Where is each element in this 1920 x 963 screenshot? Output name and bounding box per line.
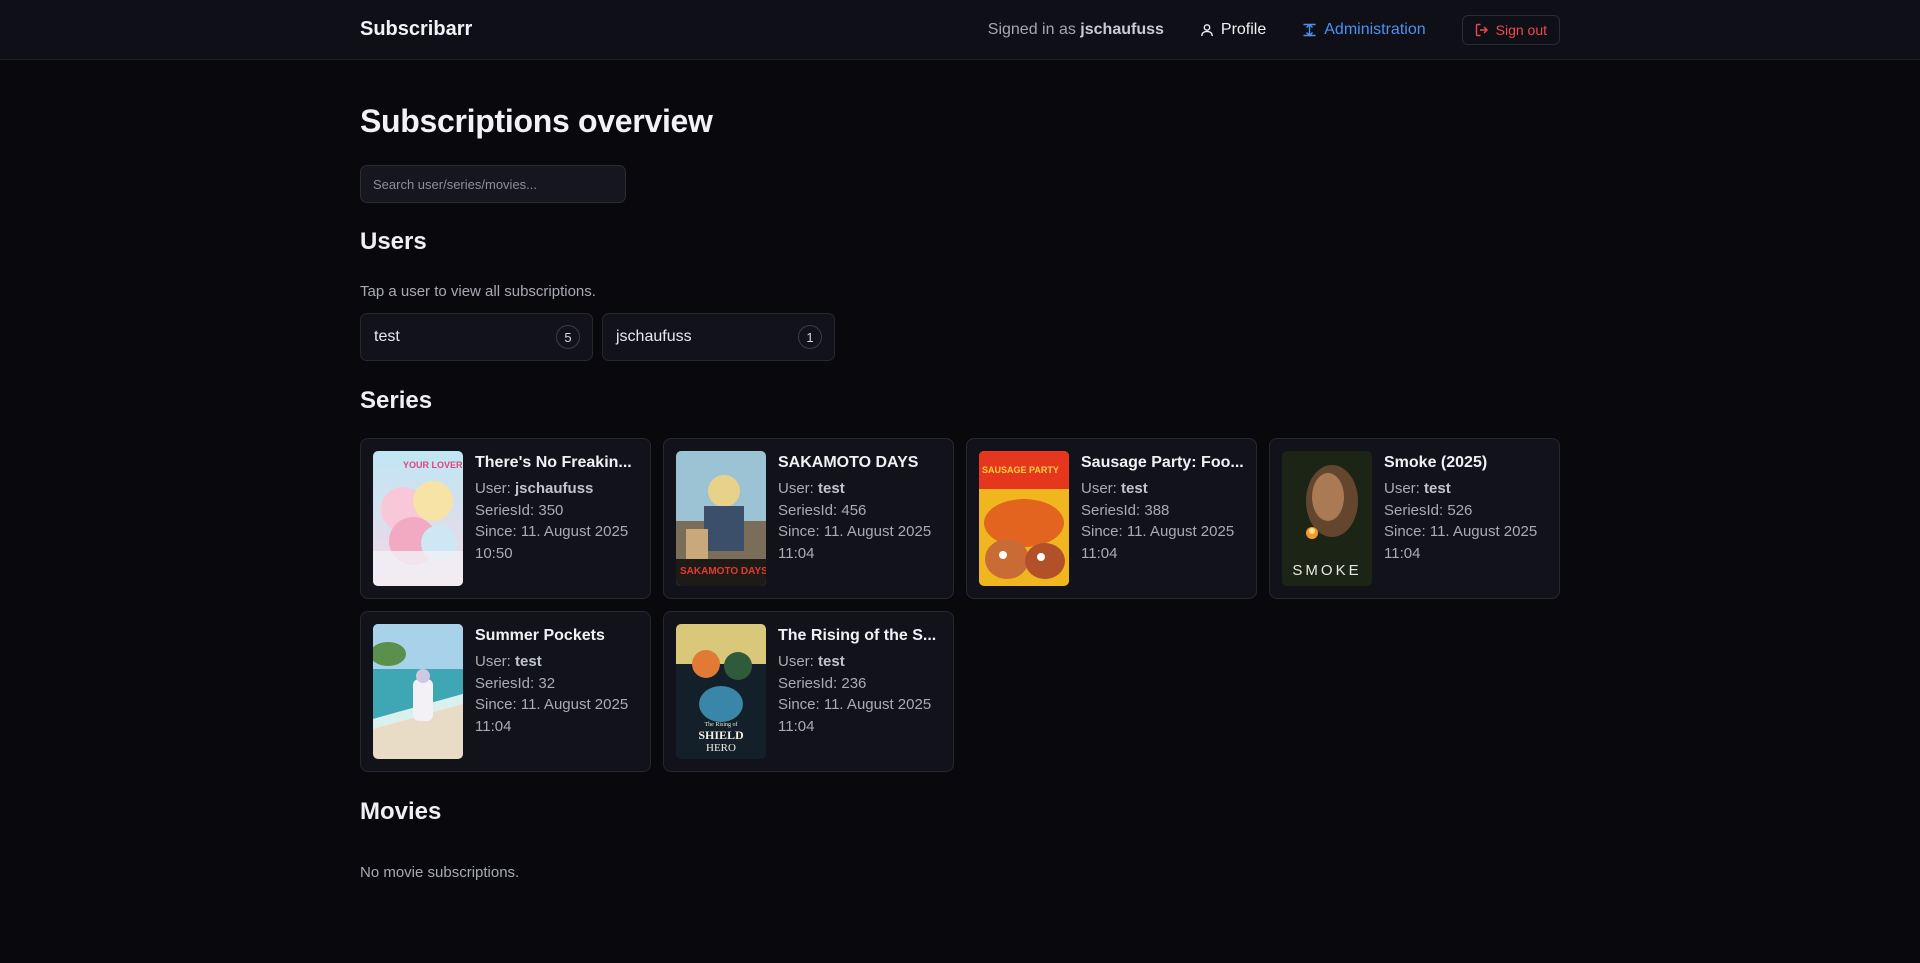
- svg-text:HERO: HERO: [706, 742, 736, 754]
- user-icon: [1200, 23, 1213, 36]
- series-time: 11:04: [778, 544, 815, 562]
- signed-in-username: jschaufuss: [1080, 20, 1164, 38]
- series-since: Since: 11. August 2025: [475, 523, 629, 540]
- user-name: test: [374, 328, 400, 345]
- users-heading: Users: [360, 228, 427, 255]
- signed-in-status: Signed in as jschaufuss: [988, 21, 1164, 39]
- svg-text:SMOKE: SMOKE: [1292, 562, 1361, 579]
- series-title: Summer Pockets: [475, 627, 605, 644]
- series-time: 11:04: [778, 717, 815, 735]
- svg-text:SHIELD: SHIELD: [698, 728, 744, 742]
- series-user: User: jschaufuss: [475, 480, 594, 497]
- sign-out-label: Sign out: [1495, 21, 1547, 38]
- series-time: 11:04: [1384, 544, 1421, 562]
- app-brand[interactable]: Subscribarr: [360, 18, 472, 41]
- series-title: Sausage Party: Foo...: [1081, 454, 1244, 471]
- anime-poster-icon: The Rising of SHIELD HERO: [676, 624, 766, 759]
- series-time: 11:04: [1081, 544, 1118, 562]
- series-grid: YOUR LOVER There's No Freakin... User: j…: [360, 438, 1560, 772]
- series-title: Smoke (2025): [1384, 454, 1488, 471]
- cartoon-poster-icon: SAUSAGE PARTY: [979, 451, 1069, 586]
- series-since: Since: 11. August 2025: [778, 523, 932, 540]
- anime-poster-icon: SAKAMOTO DAYS: [676, 451, 766, 586]
- administration-label: Administration: [1324, 20, 1426, 38]
- series-since: Since: 11. August 2025: [778, 696, 932, 713]
- series-time: 10:50: [475, 544, 513, 562]
- series-card[interactable]: SAUSAGE PARTY Sausage Party: Foo... User…: [966, 438, 1257, 599]
- anime-poster-icon: YOUR LOVER: [373, 451, 463, 586]
- user-list: test 5 jschaufuss 1: [360, 313, 1560, 361]
- sign-out-icon: [1475, 23, 1488, 36]
- profile-label: Profile: [1220, 20, 1267, 38]
- drama-poster-icon: SMOKE: [1282, 451, 1372, 586]
- series-user: User: test: [1384, 480, 1451, 497]
- movies-heading: Movies: [360, 798, 442, 825]
- series-id: SeriesId: 526: [1384, 501, 1473, 519]
- series-time: 11:04: [475, 717, 512, 735]
- series-user: User: test: [778, 653, 845, 670]
- series-since: Since: 11. August 2025: [475, 696, 629, 713]
- administration-link[interactable]: Administration: [1302, 20, 1426, 39]
- series-title: The Rising of the S...: [778, 627, 937, 644]
- series-user: User: test: [778, 480, 845, 497]
- beach-poster-icon: [373, 624, 463, 759]
- series-user: User: test: [475, 653, 542, 670]
- user-name: jschaufuss: [616, 328, 692, 345]
- subscription-count-badge: 5: [556, 325, 580, 349]
- page-title: Subscriptions overview: [360, 103, 713, 139]
- svg-text:SAUSAGE PARTY: SAUSAGE PARTY: [982, 465, 1059, 475]
- nav-links: Signed in as jschaufuss Profile Administ…: [988, 14, 1560, 45]
- users-hint: Tap a user to view all subscriptions.: [360, 283, 596, 300]
- series-since: Since: 11. August 2025: [1384, 523, 1538, 540]
- series-card[interactable]: SMOKE Smoke (2025) User: test SeriesId: …: [1269, 438, 1560, 599]
- series-title: There's No Freakin...: [475, 454, 632, 471]
- series-id: SeriesId: 236: [778, 674, 867, 692]
- user-chip-jschaufuss[interactable]: jschaufuss 1: [602, 313, 835, 361]
- series-id: SeriesId: 456: [778, 501, 867, 519]
- movies-empty-state: No movie subscriptions.: [360, 864, 520, 881]
- series-card[interactable]: YOUR LOVER There's No Freakin... User: j…: [360, 438, 651, 599]
- series-since: Since: 11. August 2025: [1081, 523, 1235, 540]
- admin-icon: [1303, 23, 1316, 36]
- svg-text:SAKAMOTO DAYS: SAKAMOTO DAYS: [680, 566, 766, 577]
- main-content: Subscriptions overview Users Tap a user …: [360, 60, 1560, 881]
- profile-link[interactable]: Profile: [1200, 21, 1266, 39]
- series-id: SeriesId: 388: [1081, 501, 1170, 519]
- series-id: SeriesId: 32: [475, 674, 556, 692]
- top-navbar: Subscribarr Signed in as jschaufuss Prof…: [0, 0, 1920, 60]
- signed-in-prefix: Signed in as: [987, 20, 1076, 38]
- series-card[interactable]: The Rising of SHIELD HERO The Rising of …: [663, 611, 954, 772]
- svg-text:The Rising of: The Rising of: [705, 721, 738, 728]
- series-card[interactable]: SAKAMOTO DAYS SAKAMOTO DAYS User: test S…: [663, 438, 954, 599]
- series-heading: Series: [360, 387, 433, 414]
- series-title: SAKAMOTO DAYS: [778, 454, 919, 471]
- user-chip-test[interactable]: test 5: [360, 313, 593, 361]
- series-user: User: test: [1081, 480, 1148, 497]
- search-input[interactable]: [360, 165, 626, 203]
- svg-text:YOUR LOVER: YOUR LOVER: [403, 460, 463, 470]
- subscription-count-badge: 1: [798, 325, 822, 349]
- series-card[interactable]: Summer Pockets User: test SeriesId: 32 S…: [360, 611, 651, 772]
- series-id: SeriesId: 350: [475, 501, 564, 519]
- sign-out-button[interactable]: Sign out: [1461, 14, 1560, 45]
